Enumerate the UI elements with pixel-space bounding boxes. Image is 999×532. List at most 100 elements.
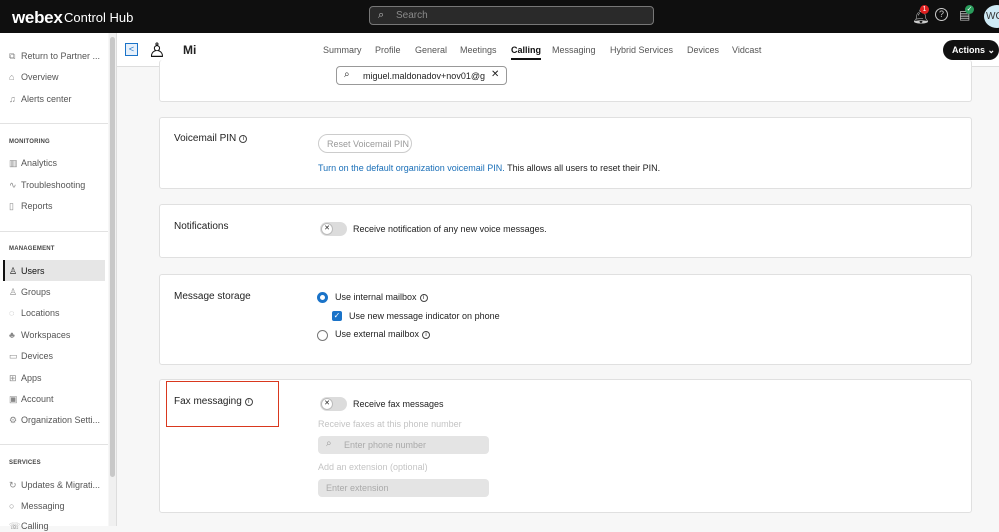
nav-label: Locations [21,308,60,318]
voicemail-pin-title: Voicemail PIN i [174,133,248,144]
tab-profile[interactable]: Profile [375,45,401,55]
nav-organization-settings[interactable]: ⚙ Organization Setti... [9,415,100,426]
fax-extension-input[interactable]: Enter extension [318,479,489,497]
fax-toggle[interactable]: ✕ [320,397,347,411]
nav-label: Devices [21,351,54,361]
internal-mailbox-label: Use internal mailbox i [335,292,428,302]
toggle-off-icon: ✕ [321,398,333,410]
notifications-toggle[interactable]: ✕ [320,222,347,236]
pin-description: This allows all users to reset their PIN… [504,163,661,173]
external-mailbox-label: Use external mailbox i [335,329,431,339]
radio-internal-mailbox[interactable] [317,292,328,303]
tab-vidcast[interactable]: Vidcast [732,45,761,55]
help-icon[interactable]: ? [935,8,948,21]
nav-label: Organization Setti... [21,415,101,425]
nav-label: Account [21,394,54,404]
nav-label: Messaging [21,501,65,511]
notifications-title: Notifications [174,221,229,232]
chart-icon: ▥ [9,158,18,168]
nav-devices[interactable]: ▭ Devices [9,351,53,362]
nav-reports[interactable]: ▯ Reports [9,201,53,212]
nav-users[interactable]: ♙ Users [9,266,45,277]
highlight-box [166,381,279,427]
device-icon: ▭ [9,351,18,361]
info-icon[interactable]: i [422,331,431,339]
card-fax-messaging: Fax messaging i ✕ Receive fax messages Re… [159,379,972,513]
nav-label: Calling [21,521,49,531]
nav-label: Alerts center [21,94,72,104]
tab-messaging[interactable]: Messaging [552,45,596,55]
notifications-toggle-label: Receive notification of any new voice me… [353,224,547,234]
apps-icon: ⊞ [9,373,17,383]
webex-logo: webex [12,8,63,27]
nav-groups[interactable]: ♙ Groups [9,287,51,298]
collapse-back-icon[interactable]: < [125,43,138,56]
nav-updates-migrations[interactable]: ↻ Updates & Migrati... [9,480,100,491]
placeholder: Enter phone number [344,440,427,450]
notification-badge: 1 [920,5,929,14]
fax-phone-input[interactable]: ⌕ Enter phone number [318,436,489,454]
phone-icon: ☏ [9,521,21,531]
nav-label: Overview [21,72,59,82]
product-name: Control Hub [64,10,134,25]
gear-icon: ⚙ [9,415,18,425]
fax-toggle-label: Receive fax messages [353,399,444,409]
pulse-icon: ∿ [9,180,17,190]
report-icon: ▯ [9,201,14,211]
fax-extension-label: Add an extension (optional) [318,462,428,472]
search-icon: ⌕ [378,9,385,21]
tab-meetings[interactable]: Meetings [460,45,497,55]
nav-troubleshooting[interactable]: ∿ Troubleshooting [9,180,85,191]
user-icon: ♙ [9,266,18,276]
nav-analytics[interactable]: ▥ Analytics [9,158,57,169]
divider [0,231,108,232]
sidebar-scroll-thumb[interactable] [110,37,115,477]
section-monitoring: MONITORING [9,139,50,145]
nav-alerts-center[interactable]: ♫ Alerts center [9,94,72,104]
nav-calling[interactable]: ☏Calling [9,521,49,532]
radio-external-mailbox[interactable] [317,330,328,341]
info-icon[interactable]: i [239,135,248,143]
nav-locations[interactable]: ◌ Locations [9,308,60,318]
nav-return-to-partner[interactable]: ⧉ Return to Partner ... [9,51,100,62]
search-icon: ⌕ [344,69,350,80]
reset-voicemail-pin-button[interactable]: Reset Voicemail PIN [318,134,412,153]
global-search[interactable]: ⌕ Search [369,6,654,25]
message-indicator-label: Use new message indicator on phone [349,311,500,321]
info-icon[interactable]: i [419,294,428,302]
user-search-input[interactable]: ⌕ miguel.maldonadov+nov01@g ✕ [336,66,507,85]
external-link-icon: ⧉ [9,51,16,61]
nav-overview[interactable]: ⌂ Overview [9,72,59,82]
nav-label: Updates & Migrati... [21,480,101,490]
nav-messaging[interactable]: ○ Messaging [9,501,65,511]
fax-phone-label: Receive faxes at this phone number [318,419,462,429]
tab-calling[interactable]: Calling [511,45,542,60]
user-name: Mi [183,43,197,57]
actions-label: Actions [952,45,986,55]
status-check-icon: ✓ [965,5,974,14]
default-pin-link[interactable]: Turn on the default organization voicema… [318,163,505,173]
option-text: Use external mailbox [335,329,420,339]
tab-devices[interactable]: Devices [687,45,719,55]
nav-apps[interactable]: ⊞ Apps [9,373,42,384]
nav-label: Return to Partner ... [21,51,101,61]
nav-account[interactable]: ▣ Account [9,394,54,405]
group-icon: ♙ [9,287,18,297]
tab-summary[interactable]: Summary [323,45,362,55]
nav-label: Apps [21,373,42,383]
divider [0,444,108,445]
card-message-storage: Message storage Use internal mailbox i ✓ … [159,274,972,365]
chevron-down-icon: ⌄ [987,45,996,55]
clear-icon[interactable]: ✕ [491,69,499,80]
card-search [159,60,972,102]
tab-hybrid-services[interactable]: Hybrid Services [610,45,673,55]
tab-general[interactable]: General [415,45,447,55]
nav-workspaces[interactable]: ♣ Workspaces [9,330,70,340]
message-storage-title: Message storage [174,291,251,302]
actions-button[interactable]: Actions ⌄ [943,40,999,60]
nav-label: Groups [21,287,51,297]
search-placeholder: Search [396,10,428,21]
account-icon: ▣ [9,394,18,404]
message-indicator-checkbox[interactable]: ✓ [332,311,342,321]
divider [0,123,108,124]
